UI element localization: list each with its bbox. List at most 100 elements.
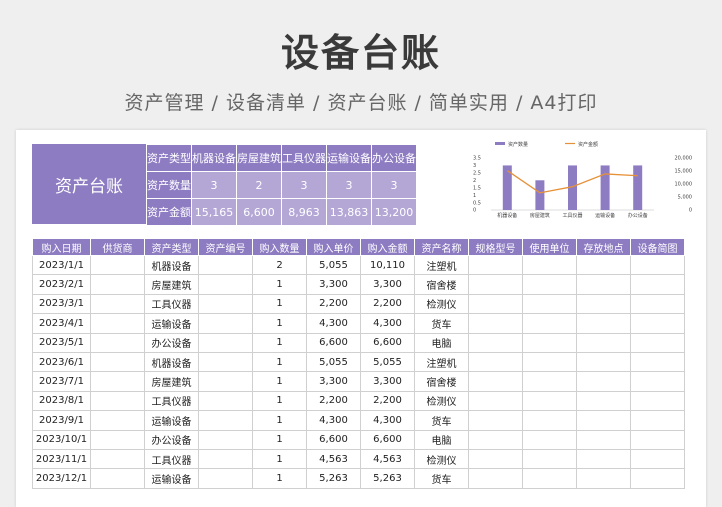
- table-cell[interactable]: [522, 313, 577, 334]
- table-cell[interactable]: 运输设备: [144, 313, 199, 334]
- table-cell[interactable]: 机器设备: [144, 254, 199, 276]
- table-cell[interactable]: 4,563: [360, 448, 415, 470]
- table-cell[interactable]: [90, 371, 145, 392]
- column-header[interactable]: 使用单位: [522, 238, 577, 256]
- table-cell[interactable]: [630, 313, 685, 334]
- table-cell[interactable]: [522, 448, 577, 470]
- table-cell[interactable]: [468, 274, 523, 295]
- table-cell[interactable]: 运输设备: [144, 410, 199, 431]
- table-cell[interactable]: 3,300: [306, 371, 361, 392]
- table-cell[interactable]: 房屋建筑: [144, 274, 199, 295]
- table-cell[interactable]: 货车: [414, 468, 469, 489]
- column-header[interactable]: 资产类型: [144, 238, 199, 256]
- table-cell[interactable]: [630, 429, 685, 450]
- table-cell[interactable]: 3,300: [360, 371, 415, 392]
- table-cell[interactable]: 5,055: [306, 351, 361, 373]
- summary-cell[interactable]: 15,165: [191, 198, 237, 226]
- table-cell[interactable]: 1: [252, 293, 307, 315]
- table-cell[interactable]: 2,200: [360, 293, 415, 315]
- table-cell[interactable]: 工具仪器: [144, 448, 199, 470]
- table-cell[interactable]: 房屋建筑: [144, 371, 199, 392]
- summary-row-label[interactable]: 资产金额: [146, 198, 192, 226]
- table-cell[interactable]: [198, 468, 253, 489]
- column-header[interactable]: 规格型号: [468, 238, 523, 256]
- table-cell[interactable]: 4,300: [306, 313, 361, 334]
- table-cell[interactable]: [90, 313, 145, 334]
- table-cell[interactable]: 宿舍楼: [414, 274, 469, 295]
- summary-cell[interactable]: 办公设备: [371, 144, 417, 172]
- table-cell[interactable]: [90, 468, 145, 489]
- table-cell[interactable]: [522, 390, 577, 412]
- table-cell[interactable]: [90, 254, 145, 276]
- summary-cell[interactable]: 13,200: [371, 198, 417, 226]
- table-cell[interactable]: [90, 351, 145, 373]
- table-cell[interactable]: 1: [252, 429, 307, 450]
- table-cell[interactable]: [576, 254, 631, 276]
- table-cell[interactable]: [576, 274, 631, 295]
- column-header[interactable]: 存放地点: [576, 238, 631, 256]
- table-cell[interactable]: [90, 293, 145, 315]
- table-cell[interactable]: 1: [252, 274, 307, 295]
- table-cell[interactable]: [468, 351, 523, 373]
- table-cell[interactable]: [198, 254, 253, 276]
- column-header[interactable]: 购入数量: [252, 238, 307, 256]
- table-cell[interactable]: [90, 448, 145, 470]
- table-cell[interactable]: [576, 313, 631, 334]
- table-cell[interactable]: [630, 371, 685, 392]
- table-cell[interactable]: [468, 371, 523, 392]
- table-cell[interactable]: [198, 332, 253, 353]
- summary-cell[interactable]: 8,963: [281, 198, 327, 226]
- table-cell[interactable]: [576, 468, 631, 489]
- table-cell[interactable]: [522, 254, 577, 276]
- table-cell[interactable]: [630, 254, 685, 276]
- table-cell[interactable]: 6,600: [306, 429, 361, 450]
- table-cell[interactable]: 2023/3/1: [32, 293, 91, 315]
- table-cell[interactable]: [468, 313, 523, 334]
- summary-cell[interactable]: 3: [371, 171, 417, 199]
- table-cell[interactable]: 2023/10/1: [32, 429, 91, 450]
- table-cell[interactable]: 宿舍楼: [414, 371, 469, 392]
- table-cell[interactable]: [468, 410, 523, 431]
- table-cell[interactable]: 机器设备: [144, 351, 199, 373]
- table-cell[interactable]: 检测仪: [414, 448, 469, 470]
- table-cell[interactable]: 检测仪: [414, 293, 469, 315]
- table-cell[interactable]: [198, 429, 253, 450]
- table-cell[interactable]: [198, 293, 253, 315]
- table-cell[interactable]: [468, 332, 523, 353]
- table-cell[interactable]: 办公设备: [144, 332, 199, 353]
- table-cell[interactable]: [522, 410, 577, 431]
- table-cell[interactable]: 2023/12/1: [32, 468, 91, 489]
- table-cell[interactable]: [576, 332, 631, 353]
- table-cell[interactable]: 4,300: [306, 410, 361, 431]
- table-cell[interactable]: [630, 410, 685, 431]
- table-cell[interactable]: 2023/2/1: [32, 274, 91, 295]
- table-cell[interactable]: [576, 371, 631, 392]
- table-cell[interactable]: 2,200: [360, 390, 415, 412]
- table-cell[interactable]: 2: [252, 254, 307, 276]
- table-cell[interactable]: [198, 351, 253, 373]
- table-cell[interactable]: 检测仪: [414, 390, 469, 412]
- table-cell[interactable]: 1: [252, 332, 307, 353]
- table-cell[interactable]: 办公设备: [144, 429, 199, 450]
- table-cell[interactable]: 4,563: [306, 448, 361, 470]
- table-cell[interactable]: 2,200: [306, 293, 361, 315]
- table-cell[interactable]: 2023/9/1: [32, 410, 91, 431]
- table-cell[interactable]: 5,263: [360, 468, 415, 489]
- table-cell[interactable]: 6,600: [360, 332, 415, 353]
- table-cell[interactable]: [576, 410, 631, 431]
- table-cell[interactable]: [630, 448, 685, 470]
- table-cell[interactable]: [522, 351, 577, 373]
- table-cell[interactable]: 1: [252, 410, 307, 431]
- table-cell[interactable]: [198, 313, 253, 334]
- table-cell[interactable]: 3,300: [360, 274, 415, 295]
- table-cell[interactable]: [522, 429, 577, 450]
- table-cell[interactable]: 1: [252, 351, 307, 373]
- table-cell[interactable]: [630, 468, 685, 489]
- summary-cell[interactable]: 运输设备: [326, 144, 372, 172]
- table-cell[interactable]: 5,263: [306, 468, 361, 489]
- column-header[interactable]: 资产名称: [414, 238, 469, 256]
- summary-cell[interactable]: 13,863: [326, 198, 372, 226]
- table-cell[interactable]: 2023/5/1: [32, 332, 91, 353]
- table-cell[interactable]: 2023/11/1: [32, 448, 91, 470]
- summary-row-label[interactable]: 资产数量: [146, 171, 192, 199]
